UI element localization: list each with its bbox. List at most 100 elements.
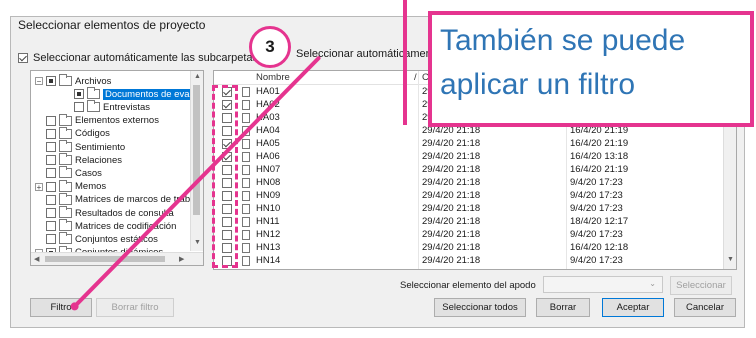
tree-scroll-thumb[interactable] (193, 85, 200, 215)
accept-button[interactable]: Aceptar (602, 298, 664, 317)
nickname-select-button[interactable]: Seleccionar (670, 276, 732, 295)
callout-pointer-line (403, 0, 407, 125)
tree-item-label: Relaciones (75, 154, 122, 166)
step-number-badge: 3 (249, 26, 291, 68)
document-icon (242, 256, 250, 266)
document-icon (242, 230, 250, 240)
folder-icon (59, 219, 72, 232)
table-cell-created: 29/4/20 21:18 (422, 229, 481, 240)
clear-filter-button[interactable]: Borrar filtro (96, 298, 174, 317)
expand-icon[interactable]: + (35, 182, 43, 191)
tree-item[interactable]: Relaciones (35, 153, 122, 166)
auto-select-subfolders-option[interactable]: Seleccionar automáticamente las subcarpe… (18, 52, 258, 64)
document-icon (242, 165, 250, 175)
table-cell-name: HN07 (256, 164, 281, 175)
table-cell-created: 29/4/20 21:18 (422, 190, 481, 201)
table-row[interactable]: HN09 29/4/20 21:18 9/4/20 17:23 (214, 190, 724, 202)
auto-select-subfolders-checkbox[interactable] (18, 53, 28, 63)
table-cell-name: HA05 (256, 138, 280, 149)
tree-item-checkbox[interactable] (74, 102, 84, 113)
tree-item[interactable]: + Memos (35, 179, 106, 193)
table-cell-name: HN09 (256, 190, 281, 201)
table-row[interactable]: HN11 29/4/20 21:18 18/4/20 12:17 (214, 216, 724, 228)
chevron-down-icon: ⌄ (649, 279, 656, 288)
tree-item-checkbox[interactable] (46, 194, 56, 205)
tree-item[interactable]: Entrevistas (63, 100, 150, 113)
table-cell-name: HN12 (256, 229, 281, 240)
scroll-down-icon[interactable]: ▼ (727, 256, 734, 263)
table-row[interactable]: HA05 29/4/20 21:18 16/4/20 21:19 (214, 138, 724, 150)
tree-vertical-scrollbar[interactable]: ▲ ▼ (190, 71, 203, 251)
tree-item-checkbox[interactable] (46, 181, 56, 192)
tree-item-label: Casos (75, 167, 102, 179)
scroll-down-icon[interactable]: ▼ (194, 239, 201, 246)
scroll-right-icon[interactable]: ▶ (179, 255, 184, 263)
table-cell-modified: 9/4/20 17:23 (570, 177, 623, 188)
document-icon (242, 243, 250, 253)
tree-item-checkbox[interactable] (46, 168, 56, 179)
table-cell-modified: 16/4/20 21:19 (570, 138, 629, 149)
nickname-dropdown[interactable]: ⌄ (543, 276, 663, 293)
tree-item[interactable]: Elementos externos (35, 113, 159, 127)
clear-button[interactable]: Borrar (536, 298, 590, 317)
tree-item-checkbox[interactable] (46, 221, 56, 232)
table-cell-created: 29/4/20 21:18 (422, 151, 481, 162)
table-row[interactable]: HA06 29/4/20 21:18 16/4/20 13:18 (214, 151, 724, 163)
tree-item[interactable]: Códigos (35, 126, 110, 140)
table-cell-modified: 9/4/20 17:23 (570, 255, 623, 266)
table-cell-modified: 16/4/20 12:18 (570, 242, 629, 253)
tree-item[interactable]: Casos (35, 166, 102, 179)
table-row[interactable]: HN07 29/4/20 21:18 16/4/20 21:19 (214, 164, 724, 176)
table-cell-name: HA04 (256, 125, 280, 136)
table-cell-modified: 18/4/20 12:17 (570, 216, 629, 227)
select-all-button[interactable]: Seleccionar todos (434, 298, 526, 317)
tree-item-checkbox[interactable] (46, 155, 56, 166)
table-cell-name: HN08 (256, 177, 281, 188)
folder-tree[interactable]: − Archivos Documentos de evaluaci Entrevist… (30, 70, 204, 266)
table-row[interactable]: HN13 29/4/20 21:18 16/4/20 12:18 (214, 242, 724, 254)
tree-item-checkbox[interactable] (46, 234, 56, 245)
folder-icon (59, 166, 72, 179)
auto-select-cases-label: Seleccionar automáticamente los co (296, 48, 473, 62)
folder-icon (87, 100, 100, 113)
table-cell-modified: 9/4/20 17:23 (570, 190, 623, 201)
document-icon (242, 100, 250, 110)
table-row[interactable]: HN10 29/4/20 21:18 9/4/20 17:23 (214, 203, 724, 215)
tree-item[interactable]: − Archivos (35, 74, 111, 87)
tree-item[interactable]: Sentimiento (35, 140, 125, 153)
table-cell-name: HA06 (256, 151, 280, 162)
tree-item-checkbox[interactable] (46, 76, 56, 86)
table-cell-created: 29/4/20 21:18 (422, 138, 481, 149)
folder-icon (59, 74, 72, 86)
tree-item-label: Documentos de evaluaci (103, 88, 203, 100)
tree-item-checkbox[interactable] (46, 128, 56, 139)
table-row[interactable]: HN12 29/4/20 21:18 9/4/20 17:23 (214, 229, 724, 241)
tree-item[interactable]: Resultados de consulta (35, 206, 174, 219)
tree-item-checkbox[interactable] (74, 89, 84, 100)
tree-item-checkbox[interactable] (46, 208, 56, 218)
table-cell-modified: 9/4/20 17:23 (570, 229, 623, 240)
table-cell-created: 29/4/20 21:18 (422, 255, 481, 266)
table-cell-modified: 9/4/20 17:23 (570, 203, 623, 214)
auto-select-subfolders-label: Seleccionar automáticamente las subcarpe… (33, 52, 259, 64)
column-header-name[interactable]: Nombre (256, 72, 290, 83)
tree-item-checkbox[interactable] (46, 115, 56, 126)
tree-item-checkbox[interactable] (46, 142, 56, 152)
folder-icon (59, 206, 72, 218)
callout-text: También se puede aplicar un filtro (440, 24, 686, 101)
folder-icon (59, 126, 72, 139)
checkbox-column-highlight (212, 85, 238, 268)
table-cell-created: 29/4/20 21:18 (422, 216, 481, 227)
document-icon (242, 178, 250, 188)
table-row[interactable]: HN14 29/4/20 21:18 9/4/20 17:23 (214, 255, 724, 267)
tree-hscroll-thumb[interactable] (45, 256, 165, 262)
tree-item[interactable]: Documentos de evaluaci (63, 87, 203, 100)
cancel-button[interactable]: Cancelar (674, 298, 736, 317)
table-cell-name: HN13 (256, 242, 281, 253)
scroll-left-icon[interactable]: ◀ (34, 255, 39, 263)
scroll-up-icon[interactable]: ▲ (194, 73, 201, 80)
collapse-icon[interactable]: − (35, 77, 43, 86)
document-icon (242, 191, 250, 201)
table-row[interactable]: HN08 29/4/20 21:18 9/4/20 17:23 (214, 177, 724, 189)
table-cell-name: HN10 (256, 203, 281, 214)
